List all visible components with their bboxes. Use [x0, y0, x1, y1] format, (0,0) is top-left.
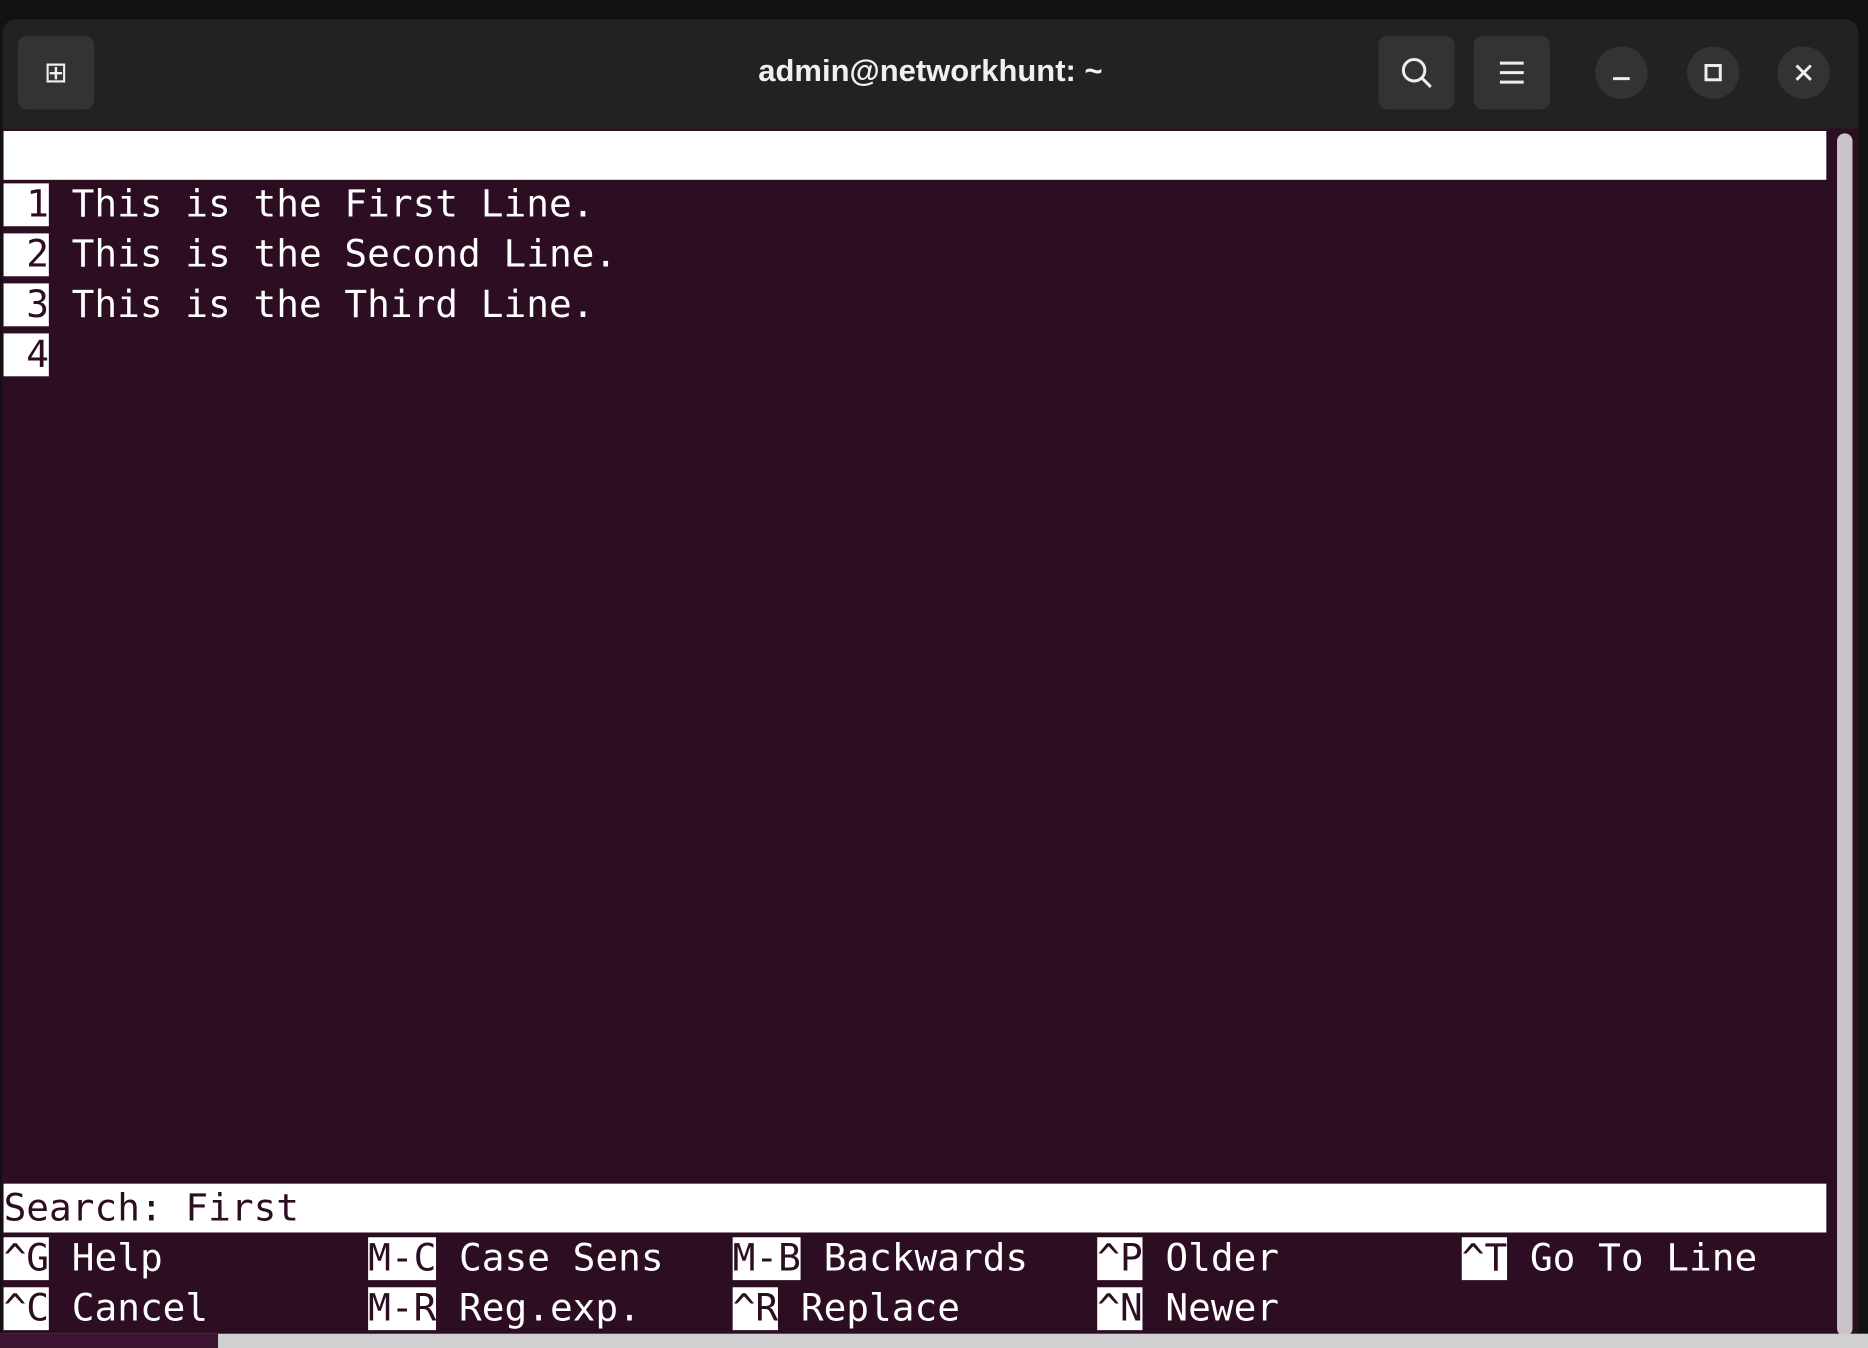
shortcut-go-to-line[interactable]: ^T Go To Line [1461, 1234, 1758, 1284]
nano-header: GNU nano 7.2 filename.txt [3, 130, 1827, 277]
scrollbar[interactable] [1837, 133, 1853, 1337]
editor-line[interactable]: 1 This is the First Line. [3, 180, 595, 230]
shortcut-help[interactable]: ^G Help [3, 1234, 163, 1284]
shortcut-older[interactable]: ^P Older [1097, 1234, 1279, 1284]
shortcut-label: Replace [800, 1287, 960, 1331]
screen: ⊞ admin@networkhunt: ~ GNU nano 7.2 file… [0, 0, 1868, 1348]
shortcut-key: M-C [368, 1237, 437, 1281]
search-prompt[interactable]: Search: First [3, 1183, 1827, 1233]
shortcut-key: ^T [1461, 1237, 1508, 1281]
line-number: 4 [3, 333, 49, 377]
line-text: This is the Third Line. [71, 283, 595, 327]
shortcut-label: Case Sens [459, 1237, 664, 1281]
shortcut-key: ^R [732, 1287, 779, 1331]
line-text: This is the First Line. [71, 183, 595, 227]
line-text: This is the Second Line. [71, 233, 618, 277]
search-input[interactable]: First [185, 1187, 299, 1230]
shortcut-label: Newer [1165, 1287, 1280, 1331]
maximize-icon [1704, 64, 1722, 82]
shortcut-key: ^C [3, 1287, 50, 1331]
shortcut-key: M-R [368, 1287, 437, 1331]
search-label: Search: [3, 1187, 163, 1231]
shortcut-cancel[interactable]: ^C Cancel [3, 1284, 209, 1334]
terminal-window: ⊞ admin@networkhunt: ~ GNU nano 7.2 file… [2, 19, 1859, 1348]
bottom-strip [0, 1333, 1868, 1348]
search-icon [1401, 58, 1432, 88]
maximize-button[interactable] [1686, 46, 1740, 99]
line-number: 1 [3, 183, 49, 227]
close-button[interactable] [1777, 46, 1830, 99]
title-bar: ⊞ admin@networkhunt: ~ [2, 19, 1859, 129]
close-icon [1795, 64, 1812, 81]
shortcut-key: ^N [1097, 1287, 1143, 1331]
menu-button[interactable] [1473, 35, 1550, 110]
taskbar-fragment [0, 1333, 219, 1348]
minimize-button[interactable] [1595, 46, 1648, 99]
shortcut-label: Older [1165, 1237, 1280, 1281]
window-title: admin@networkhunt: ~ [758, 52, 1103, 89]
line-number: 2 [3, 233, 49, 277]
shortcut-key: M-B [732, 1237, 801, 1281]
shortcut-label: Go To Line [1529, 1237, 1758, 1281]
shortcut-label: Cancel [71, 1287, 209, 1331]
shortcut-label: Backwards [823, 1237, 1029, 1281]
shortcut-reg-exp[interactable]: M-R Reg.exp. [368, 1284, 641, 1334]
shortcut-case-sens[interactable]: M-C Case Sens [368, 1234, 664, 1284]
shortcut-key: ^P [1097, 1237, 1143, 1281]
search-button[interactable] [1378, 35, 1455, 110]
line-number: 3 [3, 283, 49, 327]
hamburger-menu-icon [1499, 61, 1524, 84]
shortcut-replace[interactable]: ^R Replace [732, 1284, 960, 1334]
shortcut-backwards[interactable]: M-B Backwards [732, 1234, 1029, 1284]
shortcut-newer[interactable]: ^N Newer [1097, 1284, 1279, 1334]
editor-line[interactable]: 4 [3, 330, 49, 380]
minimize-icon [1613, 77, 1630, 81]
shortcut-label: Help [71, 1237, 163, 1281]
shortcut-key: ^G [3, 1237, 50, 1281]
file-name: filename.txt [825, 234, 1099, 278]
editor-line[interactable]: 3 This is the Third Line. [3, 280, 595, 330]
editor-line[interactable]: 2 This is the Second Line. [3, 230, 618, 280]
shortcut-label: Reg.exp. [459, 1287, 641, 1331]
